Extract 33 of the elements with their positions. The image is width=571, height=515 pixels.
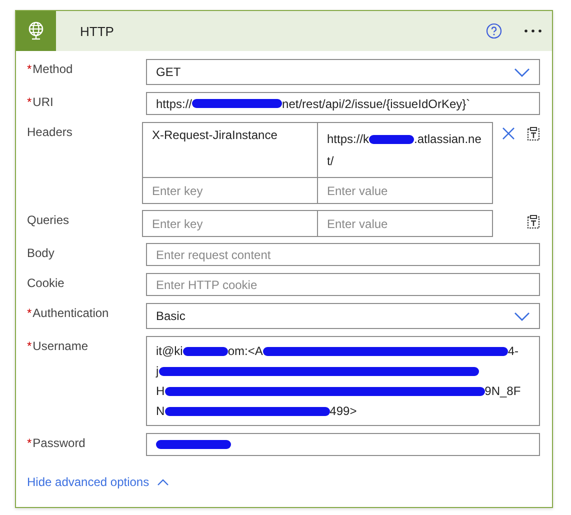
dropdown[interactable]: GET: [146, 59, 540, 85]
field-label: Cookie: [27, 276, 64, 290]
chevron-down-icon: [514, 68, 530, 76]
more-icon[interactable]: [524, 29, 542, 33]
field-label: *Authentication: [27, 306, 109, 320]
text-field[interactable]: it@ki om:<A 4- j H 9N_8F N 499>: [146, 336, 540, 426]
field-label: Body: [27, 246, 54, 260]
field-label: Headers: [27, 125, 72, 139]
text-mode-icon[interactable]: [527, 127, 540, 141]
redaction-scribble: [182, 346, 228, 356]
chevron-up-icon: [157, 478, 170, 486]
card-title: HTTP: [80, 24, 115, 38]
help-icon[interactable]: [486, 23, 502, 39]
redaction-scribble: [369, 134, 414, 144]
hide-advanced-options-link[interactable]: Hide advanced options: [27, 475, 170, 489]
chevron-down-icon: [514, 312, 530, 320]
globe-icon: [16, 11, 56, 51]
field-label: *Username: [27, 339, 88, 353]
text-mode-icon[interactable]: [527, 215, 540, 229]
key-field[interactable]: Enter key: [142, 177, 318, 204]
field-label: Queries: [27, 213, 70, 227]
field-label: *Password: [27, 436, 86, 450]
field-label: *URI: [27, 95, 54, 109]
dropdown[interactable]: Basic: [146, 303, 540, 329]
text-field[interactable]: Enter HTTP cookie: [146, 273, 540, 296]
text-field[interactable]: https:// net/rest/api/2/issue/{issueIdOrKey}`: [146, 92, 540, 115]
text-field[interactable]: Enter request content: [146, 243, 540, 266]
key-field[interactable]: Enter key: [142, 210, 318, 237]
value-field[interactable]: Enter value: [317, 177, 493, 204]
close-icon[interactable]: [502, 127, 515, 140]
field-label: *Method: [27, 62, 73, 76]
value-field[interactable]: Enter value: [317, 210, 493, 237]
text-field[interactable]: [146, 433, 540, 456]
